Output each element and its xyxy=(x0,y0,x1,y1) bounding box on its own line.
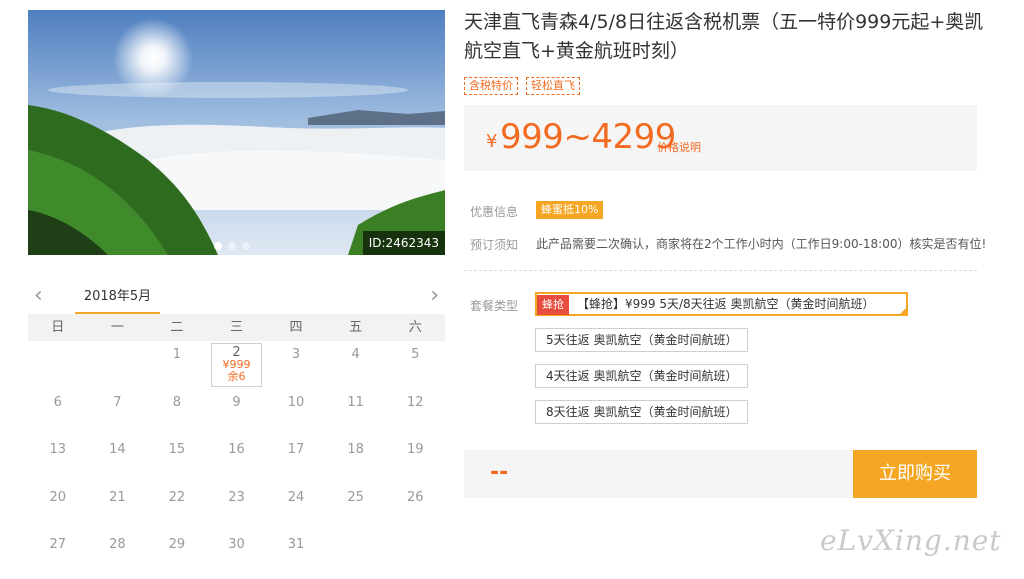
calendar-day: 18 xyxy=(347,442,364,457)
buy-now-button[interactable]: 立即购买 xyxy=(853,450,977,498)
package-option-label: 【蜂抢】¥999 5天/8天往返 奥凯航空（黄金时间航班） xyxy=(577,297,875,311)
calendar-day-stock: 余6 xyxy=(227,370,246,383)
calendar-day: 8 xyxy=(172,394,182,410)
calendar-day: 16 xyxy=(228,442,245,457)
weekday-label: 日 xyxy=(51,320,65,335)
calendar-day: 19 xyxy=(406,442,424,457)
chevron-right-icon[interactable]: › xyxy=(430,284,439,308)
carousel-dot[interactable] xyxy=(242,242,250,250)
weekday-label: 一 xyxy=(110,320,124,335)
calendar-day: 24 xyxy=(287,489,305,505)
selected-check-icon xyxy=(900,308,906,314)
package-option-label: 4天往返 奥凯航空（黄金时间航班） xyxy=(546,369,738,383)
calendar-day: 25 xyxy=(347,489,364,505)
tag-tax-included: 含税特价 xyxy=(464,77,518,95)
calendar-day: 31 xyxy=(287,537,305,552)
image-id-label: ID:2462343 xyxy=(362,231,445,255)
product-hero-image[interactable]: ID:2462343 xyxy=(28,10,445,255)
carousel-dots xyxy=(214,242,250,250)
calendar-day: 3 xyxy=(291,347,301,362)
product-tags: 含税特价 轻松直飞 xyxy=(464,77,580,95)
calendar-day: 7 xyxy=(113,394,122,410)
calendar-days-grid: 1 2 ¥999 余6 3 4 5 6 7 8 9 10 11 12 13 14 15 16 17 18 19 20 21 2… xyxy=(28,341,445,579)
date-calendar: ‹ 2018年5月 › 日一二三四五六 1 2 ¥999 余6 3 4 5 6 7 8 9 10 11 1… xyxy=(28,282,445,579)
package-option-label: 5天往返 奥凯航空（黄金时间航班） xyxy=(546,333,738,347)
package-option[interactable]: 4天往返 奥凯航空（黄金时间航班） xyxy=(535,364,749,388)
package-type-label: 套餐类型 xyxy=(470,299,519,313)
calendar-day-box: 2 ¥999 余6 xyxy=(210,343,263,387)
notice-label: 预订须知 xyxy=(470,238,519,252)
carousel-dot[interactable] xyxy=(228,242,236,250)
price-box: ¥ 999~4299 价格说明 xyxy=(464,105,977,171)
calendar-weekdays: 日一二三四五六 xyxy=(28,314,445,341)
calendar-day: 11 xyxy=(347,394,364,410)
calendar-day: 23 xyxy=(228,489,245,505)
calendar-day: 17 xyxy=(287,442,305,457)
purchase-bar: -- 立即购买 xyxy=(464,450,977,498)
calendar-day: 6 xyxy=(53,394,62,410)
package-option-label: 8天往返 奥凯航空（黄金时间航班） xyxy=(546,405,738,419)
calendar-blank-cell xyxy=(88,341,148,389)
weekday-label: 四 xyxy=(289,320,303,335)
product-title: 天津直飞青森4/5/8日往返含税机票（五一特价999元起+奥凯航空直飞+黄金航班… xyxy=(464,11,984,62)
promo-label: 优惠信息 xyxy=(470,205,519,219)
calendar-day: 14 xyxy=(109,442,126,457)
calendar-day: 1 xyxy=(172,347,182,362)
calendar-day: 13 xyxy=(49,442,67,457)
promo-badge: 蜂蜜抵10% xyxy=(536,201,604,219)
calendar-day: 5 xyxy=(411,347,420,362)
landscape-photo xyxy=(28,10,445,255)
price-range: 999~4299 xyxy=(500,117,676,157)
carousel-dot[interactable] xyxy=(214,242,222,250)
calendar-day: 15 xyxy=(168,442,186,457)
calendar-day: 10 xyxy=(287,394,305,410)
weekday-label: 五 xyxy=(349,320,363,335)
section-divider xyxy=(464,270,977,271)
price-currency: ¥ xyxy=(486,131,498,152)
calendar-header: ‹ 2018年5月 › xyxy=(28,282,445,314)
weekday-label: 六 xyxy=(408,320,422,335)
calendar-day: 30 xyxy=(228,537,245,552)
tag-direct-flight: 轻松直飞 xyxy=(526,77,580,95)
calendar-day: 20 xyxy=(49,489,67,505)
site-watermark: eLvXing.net xyxy=(820,524,1002,557)
package-option[interactable]: 8天往返 奥凯航空（黄金时间航班） xyxy=(535,400,749,424)
package-option[interactable]: 5天往返 奥凯航空（黄金时间航班） xyxy=(535,328,749,352)
calendar-day: 12 xyxy=(406,394,424,410)
weekday-label: 三 xyxy=(229,320,243,335)
package-option-selected[interactable]: 蜂抢 【蜂抢】¥999 5天/8天往返 奥凯航空（黄金时间航班） xyxy=(535,292,908,316)
calendar-day: 27 xyxy=(49,537,67,552)
total-price: -- xyxy=(490,460,509,485)
calendar-blank-cell xyxy=(28,341,88,389)
flash-sale-badge: 蜂抢 xyxy=(537,295,569,315)
calendar-day: 21 xyxy=(109,489,126,505)
calendar-day-available[interactable]: 2 ¥999 余6 xyxy=(207,341,267,389)
calendar-month-tab[interactable]: 2018年5月 xyxy=(75,282,160,314)
calendar-day: 22 xyxy=(168,489,186,505)
calendar-day: 9 xyxy=(232,394,241,410)
weekday-label: 二 xyxy=(170,320,184,335)
notice-text: 此产品需要二次确认，商家将在2个工作小时内（工作日9:00-18:00）核实是否… xyxy=(536,237,987,251)
calendar-day: 29 xyxy=(168,537,186,552)
calendar-day: 4 xyxy=(351,347,360,362)
calendar-day: 26 xyxy=(406,489,424,505)
chevron-left-icon[interactable]: ‹ xyxy=(34,284,43,308)
price-explanation-link[interactable]: 价格说明 xyxy=(657,139,701,155)
calendar-day: 28 xyxy=(109,537,126,552)
